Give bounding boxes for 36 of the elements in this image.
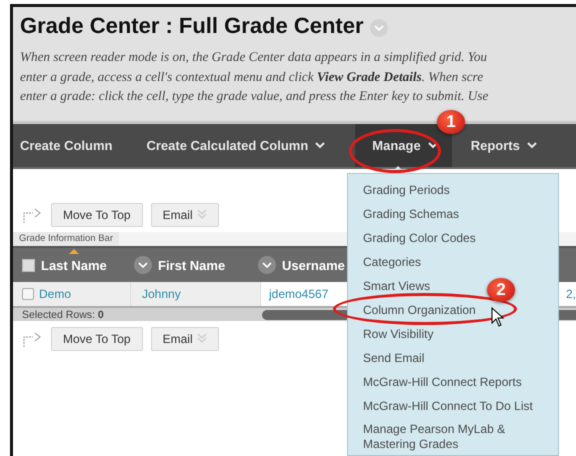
email-button[interactable]: Email bbox=[150, 203, 219, 227]
menu-item[interactable]: McGraw-Hill Connect Reports bbox=[363, 374, 522, 390]
page-title: Grade Center : Full Grade Center bbox=[20, 13, 364, 39]
move-to-top-button[interactable]: Move To Top bbox=[51, 203, 143, 227]
column-header[interactable]: Username bbox=[282, 258, 345, 272]
row-checkbox[interactable] bbox=[22, 288, 34, 300]
menu-item[interactable]: Manage Pearson MyLab & Mastering Grades bbox=[363, 422, 533, 452]
caret-icon bbox=[428, 142, 438, 149]
pointer-cursor-icon bbox=[491, 307, 505, 327]
menu-item[interactable]: McGraw-Hill Connect To Do List bbox=[363, 398, 533, 414]
arrow-icon bbox=[23, 206, 43, 224]
arrow-icon bbox=[23, 330, 43, 348]
menu-item[interactable]: Send Email bbox=[363, 350, 424, 366]
menu-item[interactable]: Smart Views bbox=[363, 278, 430, 294]
caret-icon bbox=[526, 142, 537, 149]
menu-item[interactable]: Column Organization bbox=[363, 302, 476, 318]
menu-item[interactable]: Grading Schemas bbox=[363, 206, 460, 222]
chevron-circle-icon[interactable] bbox=[134, 256, 152, 274]
menu-item[interactable]: Row Visibility bbox=[363, 326, 434, 342]
table-cell-link[interactable]: 2, bbox=[566, 287, 576, 301]
menu-item[interactable]: Grading Periods bbox=[363, 182, 450, 198]
table-cell-link[interactable]: jdemo4567 bbox=[269, 287, 328, 301]
info-bar-tab[interactable]: Grade Information Bar bbox=[13, 232, 119, 246]
nav-menu-button[interactable]: Create Column bbox=[18, 124, 128, 167]
caret-icon bbox=[315, 142, 326, 149]
column-header[interactable]: First Name bbox=[158, 258, 226, 272]
select-all-checkbox[interactable] bbox=[22, 258, 35, 272]
nav-menu-button[interactable]: Create Calculated Column bbox=[144, 124, 342, 167]
instructions-text: When screen reader mode is on, the Grade Center data appears in a simplified grid. You enter a grade, access a cell's contextual menu and click View Grade Details. When scre enter a grade: click the cell, type the grade value, and press the Enter key to submit. Use bbox=[20, 48, 490, 105]
column-header[interactable]: Last Name bbox=[41, 258, 107, 272]
move-to-top-button[interactable]: Move To Top bbox=[51, 327, 143, 351]
selected-rows-count: Selected Rows: 0 bbox=[21, 308, 105, 320]
chevron-circle-icon[interactable] bbox=[258, 256, 276, 274]
menu-item[interactable]: Grading Color Codes bbox=[363, 230, 476, 246]
menu-item[interactable]: Categories bbox=[363, 254, 422, 270]
email-button[interactable]: Email bbox=[150, 327, 219, 351]
